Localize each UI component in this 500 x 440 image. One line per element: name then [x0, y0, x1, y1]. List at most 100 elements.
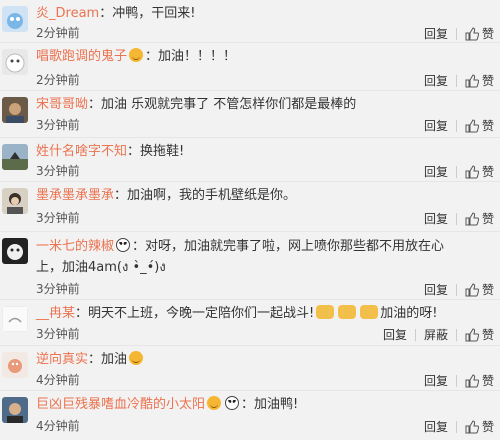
like-label: 赞	[481, 119, 494, 133]
comment-item: 巨凶巨残暴嗜血冷酷的小太阳 ：加油鸭! 4分钟前 回复 赞	[0, 391, 500, 440]
comment-actions: 回复 赞	[424, 163, 494, 180]
comment-actions: 回复 赞	[424, 117, 494, 134]
username[interactable]: 宋哥哥呦	[36, 97, 88, 112]
emoji-icon	[129, 351, 144, 365]
like-button[interactable]: 赞	[465, 418, 494, 435]
emoji-icon	[129, 48, 144, 62]
like-button[interactable]: 赞	[465, 163, 494, 180]
like-button[interactable]: 赞	[465, 72, 494, 89]
username[interactable]: 唱歌跑调的鬼子	[36, 49, 127, 64]
thumbs-up-icon	[465, 327, 479, 342]
like-label: 赞	[481, 420, 494, 434]
comment-item: __冉某：明天不上班，今晚一定陪你们一起战斗! 加油的呀! 3分钟前 回复 屏蔽 …	[0, 300, 500, 346]
comment-item: 一米七的辣椒 ：对呀，加油就完事了啦，网上喷你那些都不用放在心上，加油4am(ง …	[0, 232, 500, 300]
like-label: 赞	[481, 212, 494, 226]
comment-actions: 回复 赞	[424, 372, 494, 389]
thumbs-up-icon	[465, 26, 479, 41]
divider	[455, 374, 457, 387]
comment-actions: 回复 赞	[424, 281, 494, 298]
comment-actions: 回复 赞	[424, 418, 494, 435]
thumbs-up-icon	[465, 73, 479, 88]
reply-button[interactable]: 回复	[424, 117, 448, 134]
comment-text: 加油！！！！	[158, 49, 237, 64]
strong-arm-emoji-icon	[316, 305, 335, 319]
timestamp: 3分钟前	[36, 282, 80, 296]
divider	[455, 165, 457, 178]
avatar[interactable]	[2, 144, 28, 170]
username[interactable]: 墨承墨承墨承	[36, 188, 114, 203]
comment-actions: 回复 屏蔽 赞	[383, 326, 494, 343]
divider	[455, 27, 457, 40]
avatar[interactable]	[2, 352, 28, 378]
like-label: 赞	[481, 283, 494, 297]
divider	[455, 212, 457, 225]
comment-actions: 回复 赞	[424, 72, 494, 89]
thumbs-up-icon	[465, 211, 479, 226]
avatar[interactable]	[2, 397, 28, 423]
like-label: 赞	[481, 74, 494, 88]
reply-button[interactable]: 回复	[424, 72, 448, 89]
thumbs-up-icon	[465, 419, 479, 434]
comment-text: 明天不上班，今晚一定陪你们一起战斗!	[88, 306, 315, 321]
like-label: 赞	[481, 328, 494, 342]
comment-text: 加油 乐观就完事了 不管怎样你们都是最棒的	[101, 97, 357, 112]
comment-text: 加油鸭!	[254, 397, 299, 412]
username[interactable]: 逆向真实	[36, 352, 88, 367]
timestamp: 3分钟前	[36, 164, 80, 178]
like-button[interactable]: 赞	[465, 117, 494, 134]
like-label: 赞	[481, 374, 494, 388]
avatar[interactable]	[2, 49, 28, 75]
avatar[interactable]	[2, 188, 28, 214]
like-button[interactable]: 赞	[465, 281, 494, 298]
like-label: 赞	[481, 165, 494, 179]
emoji-icon	[207, 396, 222, 410]
block-button[interactable]: 屏蔽	[424, 326, 448, 343]
timestamp: 2分钟前	[36, 26, 80, 40]
like-button[interactable]: 赞	[465, 326, 494, 343]
timestamp: 4分钟前	[36, 419, 80, 433]
like-button[interactable]: 赞	[465, 372, 494, 389]
divider	[414, 328, 416, 341]
thumbs-up-icon	[465, 164, 479, 179]
thumbs-up-icon	[465, 373, 479, 388]
comment-item: 墨承墨承墨承：加油啊，我的手机壁纸是你。 3分钟前 回复 赞	[0, 182, 500, 232]
avatar[interactable]	[2, 238, 28, 264]
username[interactable]: 姓什名啥字不知	[36, 144, 127, 159]
comment-text: 加油	[101, 352, 128, 367]
username[interactable]: __冉某	[36, 306, 75, 321]
strong-arm-emoji-icon	[360, 305, 379, 319]
username[interactable]: 炎_Dream	[36, 6, 99, 21]
like-button[interactable]: 赞	[465, 25, 494, 42]
avatar[interactable]	[2, 97, 28, 123]
reply-button[interactable]: 回复	[424, 25, 448, 42]
avatar[interactable]	[2, 6, 28, 32]
strong-arm-emoji-icon	[338, 305, 357, 319]
divider	[455, 283, 457, 296]
reply-button[interactable]: 回复	[424, 372, 448, 389]
username[interactable]: 巨凶巨残暴嗜血冷酷的小太阳	[36, 397, 205, 412]
avatar[interactable]	[2, 306, 28, 332]
divider	[455, 74, 457, 87]
thumbs-up-icon	[465, 118, 479, 133]
comment-item: 炎_Dream：冲鸭，干回来! 2分钟前 回复 赞	[0, 0, 500, 43]
like-button[interactable]: 赞	[465, 210, 494, 227]
comment-text: 加油啊，我的手机壁纸是你。	[127, 188, 297, 203]
timestamp: 3分钟前	[36, 327, 80, 341]
comment-list: 炎_Dream：冲鸭，干回来! 2分钟前 回复 赞 唱歌跑调的鬼子 ：加油！！！！…	[0, 0, 500, 440]
timestamp: 3分钟前	[36, 118, 80, 132]
reply-button[interactable]: 回复	[424, 163, 448, 180]
comment-item: 姓什名啥字不知：换拖鞋! 3分钟前 回复 赞	[0, 138, 500, 182]
timestamp: 2分钟前	[36, 73, 80, 87]
reply-button[interactable]: 回复	[383, 326, 407, 343]
comment-item: 宋哥哥呦：加油 乐观就完事了 不管怎样你们都是最棒的 3分钟前 回复 赞	[0, 91, 500, 138]
comment-text-suffix: 加油的呀!	[380, 306, 438, 321]
comment-actions: 回复 赞	[424, 210, 494, 227]
comment-item: 逆向真实：加油 4分钟前 回复 赞	[0, 346, 500, 391]
divider	[455, 420, 457, 433]
reply-button[interactable]: 回复	[424, 281, 448, 298]
username[interactable]: 一米七的辣椒	[36, 239, 114, 254]
reply-button[interactable]: 回复	[424, 210, 448, 227]
comment-item: 唱歌跑调的鬼子 ：加油！！！！ 2分钟前 回复 赞	[0, 43, 500, 91]
reply-button[interactable]: 回复	[424, 418, 448, 435]
divider	[455, 328, 457, 341]
